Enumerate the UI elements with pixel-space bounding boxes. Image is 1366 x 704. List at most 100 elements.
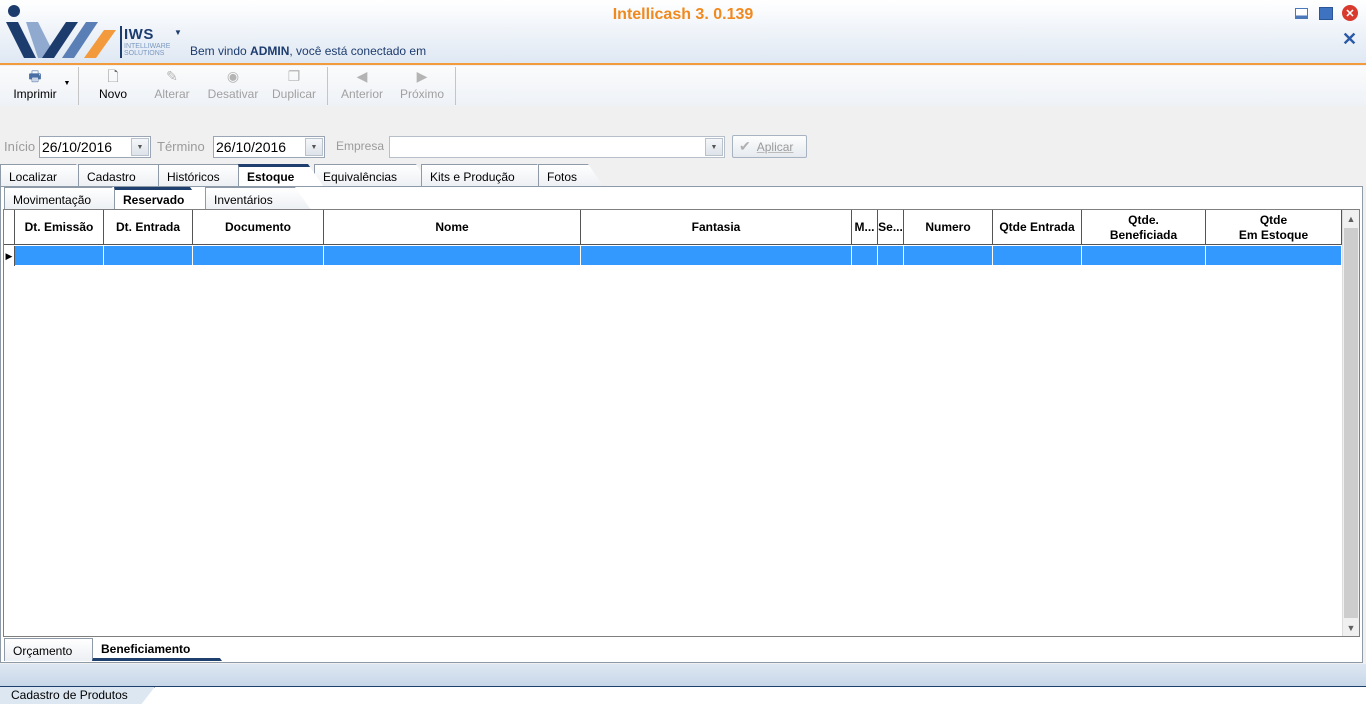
app-header: IWS INTELLIWARE SOLUTIONS ▼ Bem vindo AD…	[0, 0, 1366, 65]
window-tab-cadastro-produtos[interactable]: Cadastro de Produtos	[0, 687, 155, 704]
company-dropdown-icon[interactable]: ▼	[705, 138, 723, 156]
tab-fotos[interactable]: Fotos	[538, 164, 604, 187]
maximize-button[interactable]	[1318, 5, 1334, 21]
edit-button[interactable]: ✎ Alterar	[148, 66, 196, 106]
cell-m[interactable]	[852, 246, 878, 266]
print-dropdown-icon[interactable]: ▼	[62, 80, 72, 90]
next-button[interactable]: ▶ Próximo	[396, 66, 448, 106]
column-fantasia[interactable]: Fantasia	[581, 210, 852, 245]
arrow-right-icon: ▶	[416, 68, 428, 84]
column-nome[interactable]: Nome	[324, 210, 581, 245]
scroll-down-icon[interactable]: ▼	[1343, 619, 1359, 636]
previous-button[interactable]: ◀ Anterior	[336, 66, 388, 106]
column-qtde-em-estoque[interactable]: Qtde Em Estoque	[1206, 210, 1342, 245]
previous-label: Anterior	[340, 87, 384, 101]
close-window-button[interactable]: ✕	[1342, 5, 1358, 21]
scroll-thumb[interactable]	[1344, 228, 1358, 618]
filter-bar: Início 26/10/2016 ▼ Término 26/10/2016 ▼…	[0, 134, 1366, 160]
close-form-icon[interactable]: ✕	[1342, 30, 1357, 48]
column-numero[interactable]: Numero	[904, 210, 993, 245]
tab-beneficiamento[interactable]: Beneficiamento	[92, 638, 222, 661]
apply-label: Aplicar	[756, 139, 794, 154]
tab-estoque[interactable]: Estoque	[238, 164, 324, 187]
new-document-icon: 🗋	[107, 68, 119, 84]
edit-label: Alterar	[154, 87, 190, 101]
window-tabs: Cadastro de Produtos	[0, 686, 1366, 704]
new-label: Novo	[98, 87, 127, 101]
printer-icon: 🖶	[28, 68, 42, 84]
column-qtde-entrada[interactable]: Qtde Entrada	[993, 210, 1082, 245]
column-dt-emissao[interactable]: Dt. Emissão	[15, 210, 104, 245]
grid-header: Dt. Emissão Dt. Entrada Documento Nome F…	[4, 210, 1342, 245]
logo-text: IWS	[124, 26, 154, 43]
column-documento[interactable]: Documento	[193, 210, 324, 245]
start-date-value: 26/10/2016	[42, 139, 113, 155]
welcome-prefix: Bem vindo	[190, 44, 251, 58]
end-date-value: 26/10/2016	[216, 139, 287, 155]
duplicate-label: Duplicar	[271, 87, 316, 101]
tab-kits-producao[interactable]: Kits e Produção	[421, 164, 553, 187]
tab-inventarios[interactable]: Inventários	[205, 187, 311, 210]
toolbar: 🖶 Imprimir ▼ 🗋 Novo ✎ Alterar ◉ Desativa…	[0, 66, 1366, 106]
end-date-label: Término	[157, 139, 205, 154]
maximize-icon	[1319, 6, 1333, 20]
row-pointer-icon: ▶	[4, 246, 15, 266]
table-row[interactable]: ▶	[4, 246, 1342, 266]
cell-se[interactable]	[878, 246, 904, 266]
deactivate-label: Desativar	[207, 87, 259, 101]
duplicate-button[interactable]: ❐ Duplicar	[268, 66, 320, 106]
logo-divider	[120, 26, 122, 58]
tab-reservado[interactable]: Reservado	[114, 187, 206, 210]
status-bar	[0, 664, 1366, 686]
logo-subtitle: INTELLIWARE SOLUTIONS	[124, 43, 171, 57]
pencil-icon: ✎	[166, 68, 178, 84]
tab-equivalencias[interactable]: Equivalências	[314, 164, 432, 187]
reserved-grid[interactable]: Dt. Emissão Dt. Entrada Documento Nome F…	[3, 209, 1360, 637]
column-m[interactable]: M...	[852, 210, 878, 245]
print-button[interactable]: 🖶 Imprimir	[4, 66, 66, 106]
company-combobox[interactable]: ▼	[389, 136, 725, 158]
checkmark-icon: ✔	[739, 138, 751, 154]
toolbar-separator	[327, 67, 328, 105]
start-date-dropdown-icon[interactable]: ▼	[131, 138, 149, 156]
tab-movimentacao[interactable]: Movimentação	[4, 187, 128, 210]
cell-dt-emissao[interactable]	[15, 246, 104, 266]
cell-documento[interactable]	[193, 246, 324, 266]
cell-fantasia[interactable]	[581, 246, 852, 266]
menu-dropdown-icon[interactable]: ▼	[174, 28, 182, 37]
close-circle-icon: ✕	[1342, 5, 1358, 21]
cell-qtde-beneficiada[interactable]	[1082, 246, 1206, 266]
end-date-field[interactable]: 26/10/2016 ▼	[213, 136, 325, 158]
grid-indicator-header	[4, 210, 15, 245]
vertical-scrollbar[interactable]: ▲ ▼	[1342, 210, 1359, 636]
start-date-field[interactable]: 26/10/2016 ▼	[39, 136, 151, 158]
column-se[interactable]: Se...	[878, 210, 904, 245]
deactivate-icon: ◉	[226, 68, 240, 84]
cell-qtde-em-estoque[interactable]	[1206, 246, 1342, 266]
scroll-up-icon[interactable]: ▲	[1343, 210, 1359, 227]
bottom-tabs: Orçamento Beneficiamento	[0, 638, 230, 661]
apply-button[interactable]: ✔ Aplicar	[732, 135, 807, 158]
sub-tabs: Movimentação Inventários Reservado	[0, 187, 320, 210]
next-label: Próximo	[399, 87, 444, 101]
arrow-left-icon: ◀	[356, 68, 368, 84]
app-title: Intellicash 3. 0.139	[612, 6, 754, 23]
welcome-user: ADMIN	[250, 44, 290, 58]
print-label: Imprimir	[13, 87, 57, 101]
toolbar-separator	[455, 67, 456, 105]
end-date-dropdown-icon[interactable]: ▼	[305, 138, 323, 156]
new-button[interactable]: 🗋 Novo	[90, 66, 136, 106]
cell-dt-entrada[interactable]	[104, 246, 193, 266]
minimize-icon	[1294, 7, 1308, 19]
toolbar-separator	[78, 67, 79, 105]
deactivate-button[interactable]: ◉ Desativar	[204, 66, 262, 106]
company-label: Empresa	[336, 139, 385, 153]
cell-nome[interactable]	[324, 246, 581, 266]
cell-qtde-entrada[interactable]	[993, 246, 1082, 266]
minimize-button[interactable]	[1293, 5, 1309, 21]
start-date-label: Início	[4, 139, 36, 154]
main-tabs: Localizar Cadastro Históricos Equivalênc…	[0, 164, 620, 187]
cell-numero[interactable]	[904, 246, 993, 266]
column-dt-entrada[interactable]: Dt. Entrada	[104, 210, 193, 245]
column-qtde-beneficiada[interactable]: Qtde. Beneficiada	[1082, 210, 1206, 245]
